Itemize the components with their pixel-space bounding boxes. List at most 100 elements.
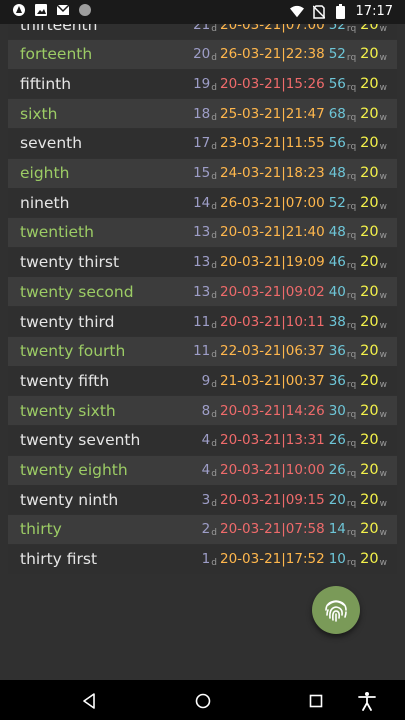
item-stats: 1 d 20-03-21|17:52 10 rq 20 w <box>202 551 387 569</box>
rq-unit: rq <box>346 439 357 450</box>
days-unit: d <box>211 350 217 361</box>
back-icon <box>83 693 95 709</box>
list-item[interactable]: twentieth 13 d 20-03-21|21:40 48 rq 20 w <box>8 217 397 247</box>
list-item[interactable]: eighth 15 d 24-03-21|18:23 48 rq 20 w <box>8 158 397 188</box>
rq-unit: rq <box>346 409 357 420</box>
item-name: thirty <box>20 520 62 539</box>
item-stats: 17 d 23-03-21|11:55 56 rq 20 w <box>193 135 387 153</box>
item-date: 20-03-21|10:11 <box>219 313 325 330</box>
days-count: 13 <box>193 283 211 300</box>
w-unit: w <box>379 469 387 479</box>
item-name: twenty seventh <box>20 431 141 450</box>
days-unit: d <box>211 409 217 420</box>
list-item[interactable]: fiftinth 19 d 20-03-21|15:26 56 rq 20 w <box>8 69 397 99</box>
rq-count: 52 <box>328 24 346 33</box>
list-item[interactable]: twenty fourth 11 d 22-03-21|06:37 36 rq 20 w <box>8 336 397 366</box>
list-item[interactable]: sixth 18 d 25-03-21|21:47 68 rq 20 w <box>8 99 397 129</box>
days-unit: d <box>211 261 217 272</box>
rq-count: 56 <box>328 75 346 92</box>
rq-count: 30 <box>328 402 346 419</box>
days-count: 11 <box>193 343 211 360</box>
rq-count: 38 <box>328 313 346 330</box>
rq-unit: rq <box>346 24 357 34</box>
list-item[interactable]: twenty fifth 9 d 21-03-21|00:37 36 rq 20 w <box>8 366 397 396</box>
days-unit: d <box>211 24 217 34</box>
item-stats: 9 d 21-03-21|00:37 36 rq 20 w <box>202 372 387 390</box>
w-unit: w <box>379 261 387 272</box>
item-name: twenty fourth <box>20 342 126 361</box>
w-count: 20 <box>360 372 379 389</box>
item-name: fiftinth <box>20 74 72 93</box>
item-stats: 14 d 26-03-21|07:00 52 rq 20 w <box>193 194 387 212</box>
item-date: 20-03-21|17:52 <box>219 551 325 568</box>
item-stats: 18 d 25-03-21|21:47 68 rq 20 w <box>193 105 387 123</box>
item-stats: 4 d 20-03-21|13:31 26 rq 20 w <box>202 432 387 450</box>
item-stats: 2 d 20-03-21|07:58 14 rq 20 w <box>202 521 387 539</box>
list-item[interactable]: seventh 17 d 23-03-21|11:55 56 rq 20 w <box>8 128 397 158</box>
item-name: seventh <box>20 134 83 153</box>
accessibility-button[interactable] <box>356 690 378 712</box>
days-count: 13 <box>193 224 211 241</box>
item-date: 20-03-21|07:00 <box>219 24 325 33</box>
list-item[interactable]: thirty 2 d 20-03-21|07:58 14 rq 20 w <box>8 514 397 544</box>
days-unit: d <box>211 320 217 331</box>
w-unit: w <box>379 350 387 361</box>
gmail-icon <box>56 3 70 17</box>
rq-unit: rq <box>346 350 357 361</box>
item-name: thirty first <box>20 550 98 569</box>
w-count: 20 <box>360 46 379 63</box>
rq-unit: rq <box>346 142 357 153</box>
list-item[interactable]: thirteenth 21 d 20-03-21|07:00 52 rq 20 w <box>8 24 397 39</box>
home-button[interactable] <box>192 690 214 712</box>
recents-icon <box>309 694 323 708</box>
navigation-bar <box>0 680 405 720</box>
list-item[interactable]: twenty seventh 4 d 20-03-21|13:31 26 rq 20 w <box>8 425 397 455</box>
rq-unit: rq <box>346 53 357 64</box>
item-list[interactable]: thirteenth 21 d 20-03-21|07:00 52 rq 20 w fortee… <box>8 24 397 580</box>
list-item[interactable]: nineth 14 d 26-03-21|07:00 52 rq 20 w <box>8 188 397 218</box>
list-item[interactable]: forteenth 20 d 26-03-21|22:38 52 rq 20 w <box>8 39 397 69</box>
list-item[interactable]: twenty second 13 d 20-03-21|09:02 40 rq 20 w <box>8 277 397 307</box>
item-date: 25-03-21|21:47 <box>219 105 325 122</box>
item-stats: 11 d 22-03-21|06:37 36 rq 20 w <box>193 343 387 361</box>
rq-count: 36 <box>328 372 346 389</box>
recents-button[interactable] <box>305 690 327 712</box>
list-item[interactable]: thirty first 1 d 20-03-21|17:52 10 rq 20 w <box>8 544 397 574</box>
list-item[interactable]: twenty thirst 13 d 20-03-21|19:09 46 rq 20 w <box>8 247 397 277</box>
item-name: twentieth <box>20 223 94 242</box>
days-unit: d <box>211 231 217 242</box>
days-unit: d <box>211 528 217 539</box>
w-count: 20 <box>360 432 379 449</box>
w-count: 20 <box>360 24 379 33</box>
item-date: 21-03-21|00:37 <box>219 372 325 389</box>
list-item[interactable]: twenty third 11 d 20-03-21|10:11 38 rq 20 w <box>8 307 397 336</box>
rq-count: 40 <box>328 283 346 300</box>
w-count: 20 <box>360 313 379 330</box>
list-item[interactable]: twenty eighth 4 d 20-03-21|10:00 26 rq 20 w <box>8 455 397 485</box>
back-button[interactable] <box>78 690 100 712</box>
item-stats: 3 d 20-03-21|09:15 20 rq 20 w <box>202 492 387 509</box>
rq-count: 68 <box>328 105 346 122</box>
list-item[interactable]: twenty sixth 8 d 20-03-21|14:26 30 rq 20 w <box>8 396 397 426</box>
days-count: 14 <box>193 194 211 211</box>
rq-count: 46 <box>328 254 346 271</box>
assistant-icon <box>12 3 26 17</box>
item-stats: 13 d 20-03-21|19:09 46 rq 20 w <box>193 254 387 272</box>
fingerprint-button[interactable] <box>312 586 360 634</box>
item-stats: 4 d 20-03-21|10:00 26 rq 20 w <box>202 462 387 479</box>
rq-unit: rq <box>346 558 357 569</box>
home-icon <box>195 693 211 709</box>
item-stats: 13 d 20-03-21|09:02 40 rq 20 w <box>193 283 387 301</box>
item-name: eighth <box>20 164 70 182</box>
w-count: 20 <box>360 462 379 478</box>
days-unit: d <box>211 201 217 212</box>
days-count: 18 <box>193 105 211 122</box>
item-name: twenty thirst <box>20 253 120 272</box>
days-unit: d <box>211 498 217 509</box>
days-unit: d <box>211 379 217 390</box>
rq-count: 26 <box>328 432 346 449</box>
list-item[interactable]: twenty ninth 3 d 20-03-21|09:15 20 rq 20 w <box>8 485 397 515</box>
days-count: 11 <box>193 313 211 330</box>
rq-count: 52 <box>328 194 346 211</box>
w-unit: w <box>379 528 387 539</box>
